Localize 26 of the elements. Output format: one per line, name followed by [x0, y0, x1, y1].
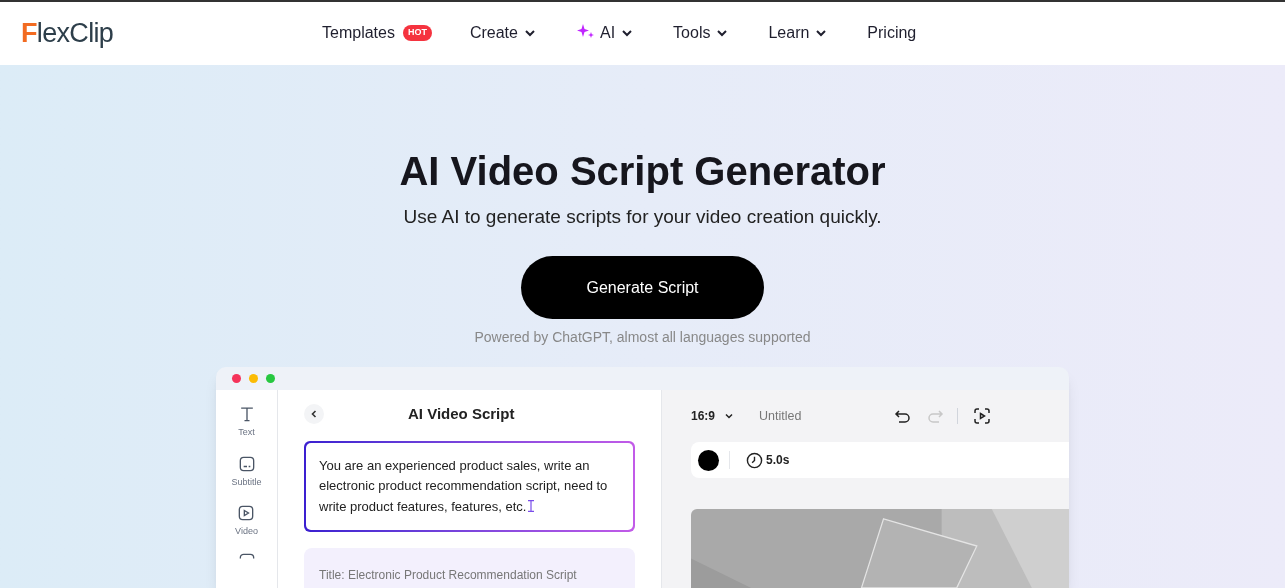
ratio-dropdown[interactable]: 16:9	[691, 407, 736, 425]
hot-badge: HOT	[402, 25, 432, 41]
duration: 5.0s	[766, 452, 790, 469]
nav-link[interactable]: Learn	[768, 21, 830, 46]
result-text: Title: Electronic Product Recommendation Script	[319, 568, 577, 582]
sidebar-label[interactable]: Text	[238, 426, 255, 440]
text-cursor-icon	[528, 499, 535, 512]
preview-play-icon[interactable]	[972, 406, 993, 426]
generate-script-button[interactable]: Generate Script	[521, 256, 764, 319]
clock-icon	[746, 451, 763, 469]
color-swatch[interactable]	[698, 449, 719, 471]
project-name: Untitled	[759, 407, 802, 425]
panel-title: AI Video Script	[408, 404, 515, 424]
nav-link[interactable]: AI	[575, 21, 636, 46]
back-button[interactable]	[304, 404, 324, 425]
logo[interactable]: FlexClip	[21, 12, 114, 54]
nav-link[interactable]: Templates HOT	[322, 21, 432, 46]
sidebar-label[interactable]: Video	[235, 525, 258, 539]
prompt-field[interactable]: You are an experienced product sales, write an electronic product recommendation script, need to write product features, features, etc.	[304, 440, 635, 532]
nav-link[interactable]: Pricing	[867, 21, 917, 46]
subtitle: Use AI to generate scripts for your video creation quickly.	[403, 204, 882, 229]
powered-by-note: Powered by ChatGPT, almost all languages supported	[474, 328, 811, 347]
page-title: AI Video Script Generator	[399, 147, 886, 195]
sidebar-label[interactable]: Subtitle	[231, 475, 262, 489]
nav-link[interactable]: Create	[469, 21, 538, 46]
nav-link[interactable]: Tools	[673, 21, 731, 46]
